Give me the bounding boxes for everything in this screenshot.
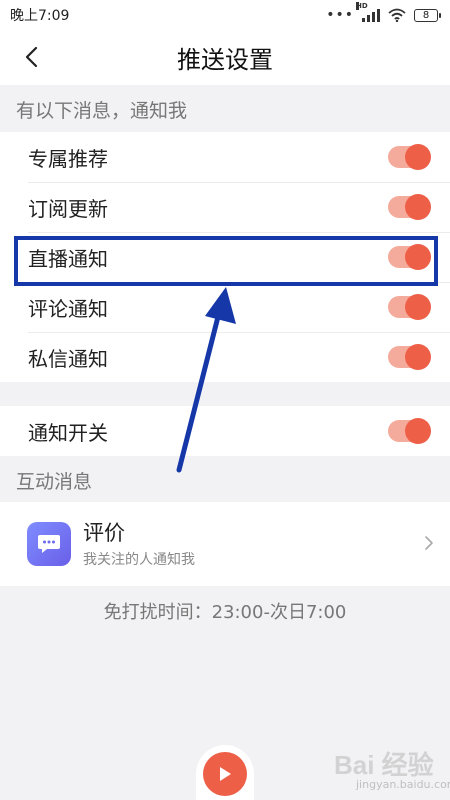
review-title: 评价	[83, 521, 125, 545]
battery-icon: 8	[414, 8, 441, 22]
quiet-time-setting[interactable]: 免打扰时间：23:00-次日7:00	[0, 598, 450, 624]
message-bubble-icon	[27, 522, 71, 566]
battery-level: 8	[422, 9, 430, 21]
toggle-knob	[405, 194, 431, 220]
nav-bar: 推送设置	[0, 30, 450, 85]
status-bar: 晚上7:09 ••• HD 8	[0, 0, 450, 30]
row-exclusive-recommend: 专属推荐	[0, 132, 450, 182]
chevron-right-icon	[425, 536, 433, 550]
page-title: 推送设置	[177, 46, 273, 74]
section-header-interaction: 互动消息	[16, 470, 93, 493]
toggle-comment-notify[interactable]	[388, 294, 431, 320]
status-time: 晚上7:09	[10, 8, 70, 24]
row-live-notify: 直播通知	[0, 232, 450, 282]
row-label: 私信通知	[28, 346, 108, 371]
toggle-knob	[405, 344, 431, 370]
master-switch-list: 通知开关	[0, 406, 450, 456]
toggle-exclusive-recommend[interactable]	[388, 144, 431, 170]
back-button[interactable]	[14, 40, 48, 74]
row-private-message-notify: 私信通知	[0, 332, 450, 382]
notify-list: 专属推荐 订阅更新 直播通知 评论通知 私信通知	[0, 132, 450, 382]
play-button[interactable]	[203, 752, 247, 796]
review-text: 评价 我关注的人通知我	[83, 519, 195, 569]
watermark-brand: Bai 经验	[334, 750, 434, 780]
section-header-notify: 有以下消息，通知我	[16, 99, 188, 122]
row-label: 通知开关	[28, 420, 108, 445]
network-badge: HD	[356, 2, 368, 10]
wifi-icon	[388, 8, 406, 22]
chevron-left-icon	[25, 46, 38, 68]
row-subscription-update: 订阅更新	[0, 182, 450, 232]
play-icon	[220, 767, 231, 781]
toggle-live-notify[interactable]	[388, 244, 431, 270]
more-dots-icon: •••	[326, 7, 354, 23]
review-subtitle: 我关注的人通知我	[83, 552, 195, 568]
review-row[interactable]: 评价 我关注的人通知我	[0, 502, 450, 586]
toggle-knob	[405, 144, 431, 170]
row-master-switch: 通知开关	[0, 406, 450, 456]
row-label: 专属推荐	[28, 146, 108, 171]
signal-icon: HD	[356, 2, 380, 22]
row-comment-notify: 评论通知	[0, 282, 450, 332]
toggle-subscription-update[interactable]	[388, 194, 431, 220]
watermark-url: jingyan.baidu.com	[356, 778, 450, 791]
row-label: 评论通知	[28, 296, 108, 321]
toggle-private-message-notify[interactable]	[388, 344, 431, 370]
toggle-knob	[405, 244, 431, 270]
toggle-knob	[405, 294, 431, 320]
toggle-master-switch[interactable]	[388, 418, 431, 444]
row-label: 直播通知	[28, 246, 108, 271]
toggle-knob	[405, 418, 431, 444]
status-icons: ••• HD 8	[326, 2, 441, 23]
row-label: 订阅更新	[28, 196, 108, 221]
